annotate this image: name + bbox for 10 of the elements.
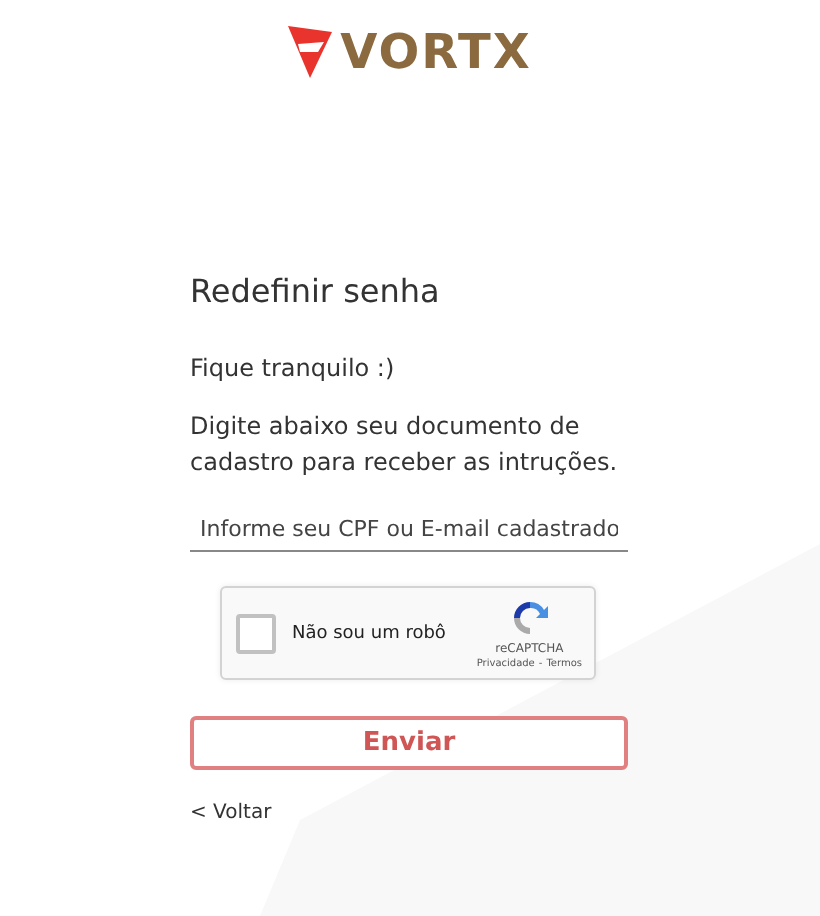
- page-title: Redefinir senha: [190, 272, 442, 310]
- subtitle: Fique tranquilo :): [190, 352, 397, 386]
- submit-button[interactable]: Enviar: [190, 716, 628, 770]
- input-field[interactable]: Informe seu CPF ou E-mail cadastrado: [190, 508, 628, 552]
- captcha-checkbox[interactable]: [236, 613, 276, 653]
- captcha-label: Não sou um robô: [292, 623, 448, 643]
- instructions: Digite abaixo seu documento de cadastro para receber as intruções.: [190, 410, 620, 480]
- back-link[interactable]: < Voltar: [190, 802, 272, 824]
- logo-text: VORTX: [340, 24, 532, 80]
- logo-icon: [288, 26, 333, 78]
